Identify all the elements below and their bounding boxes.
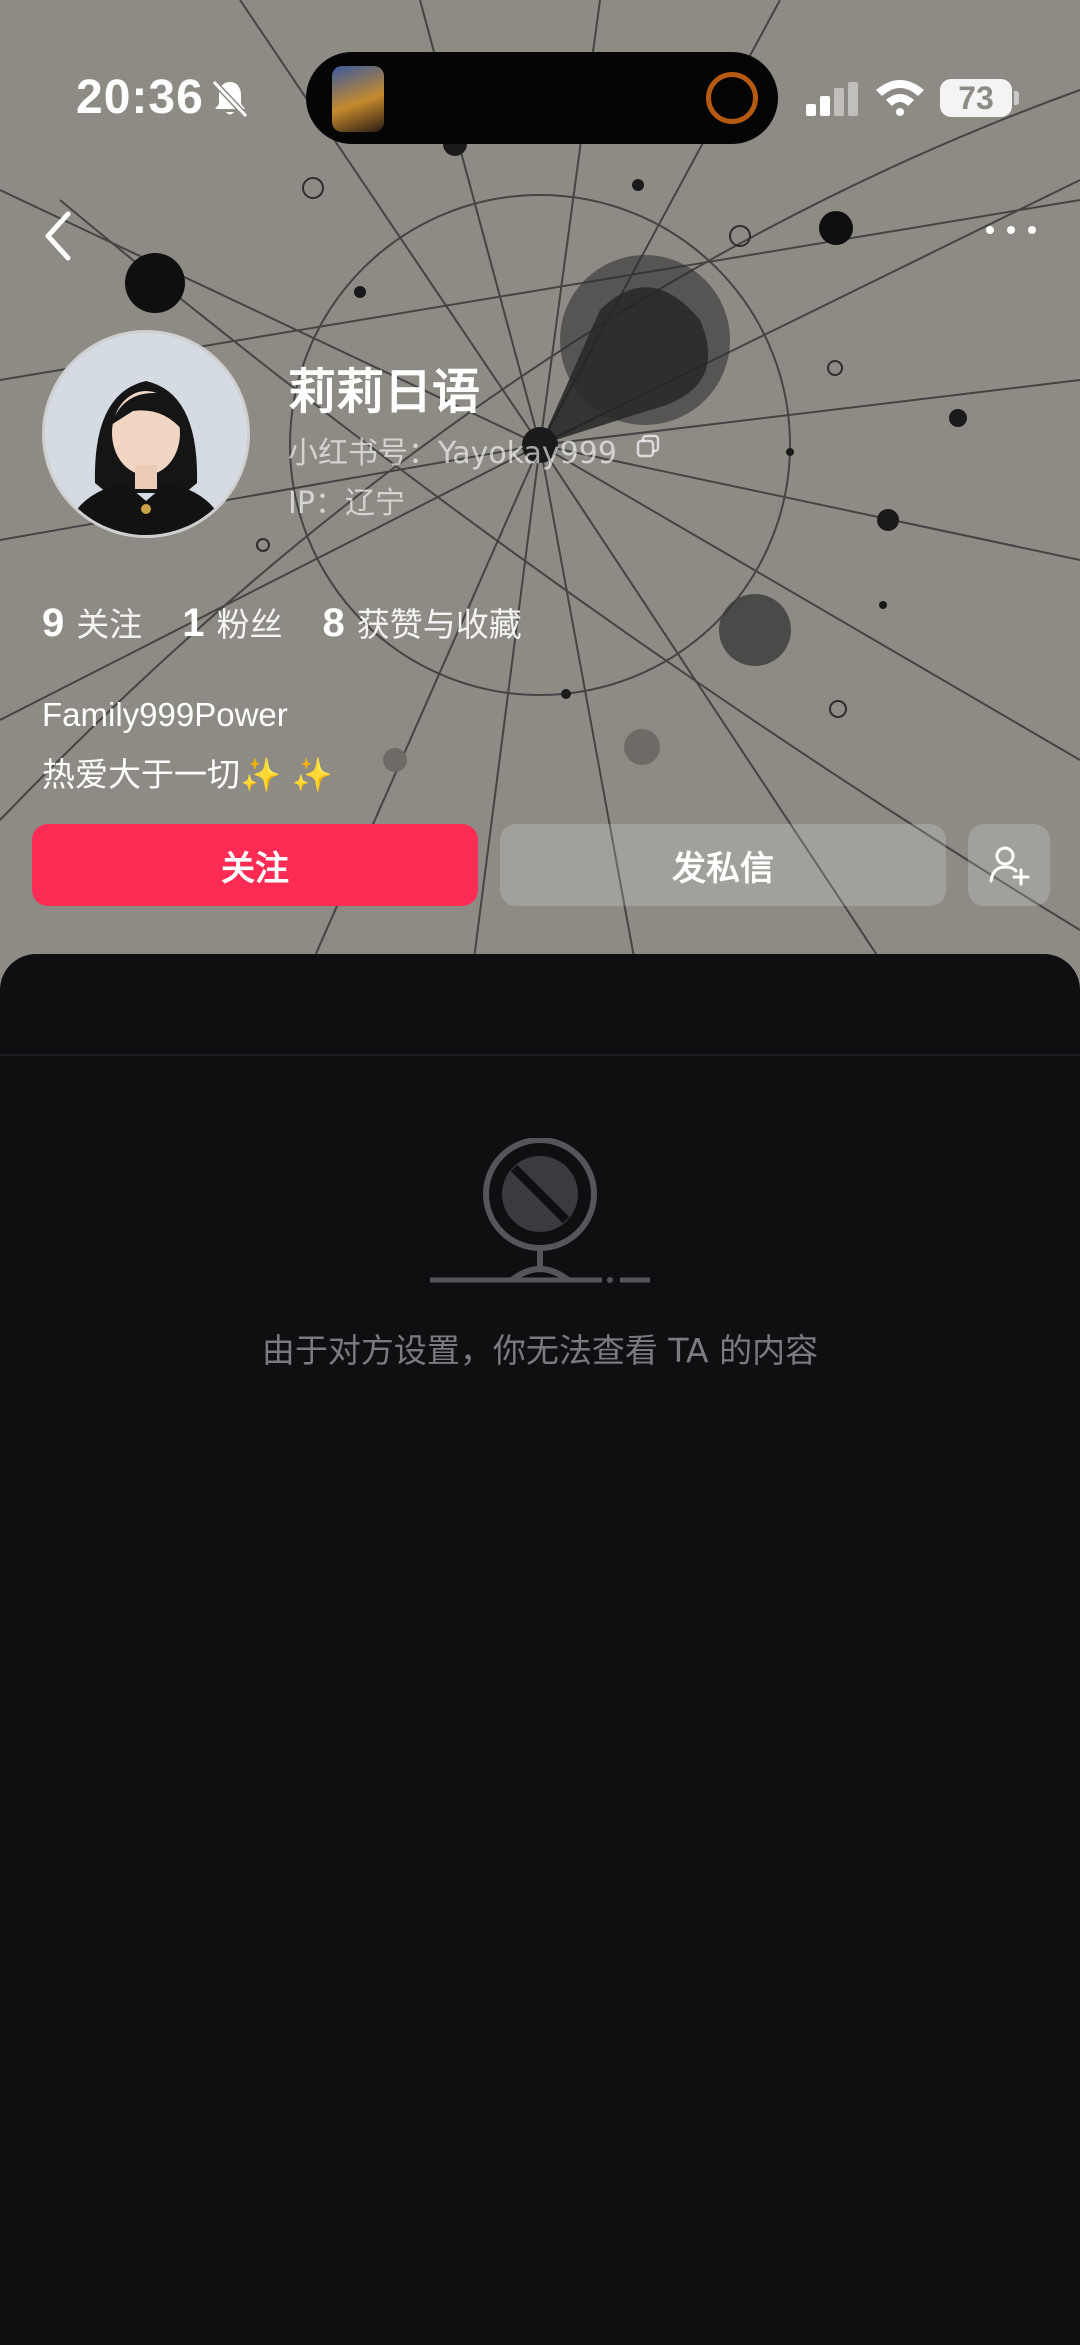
tab-divider bbox=[0, 1054, 1080, 1056]
back-chevron-icon[interactable] bbox=[40, 208, 80, 264]
battery-tip bbox=[1014, 91, 1019, 105]
avatar[interactable] bbox=[42, 330, 250, 538]
ip-location: IP：辽宁 bbox=[288, 486, 405, 521]
bio-line-1: Family999Power bbox=[42, 696, 288, 733]
stat-likes-collections[interactable]: 8 获赞与收藏 bbox=[323, 598, 522, 646]
stat-value: 8 bbox=[322, 601, 345, 645]
activity-ring-icon bbox=[706, 72, 758, 124]
stat-value: 1 bbox=[182, 601, 205, 645]
cellular-signal-icon bbox=[806, 82, 858, 116]
blocked-content-icon bbox=[430, 1138, 650, 1283]
profile-name: 莉莉日语 bbox=[288, 364, 481, 420]
stat-label: 粉丝 bbox=[216, 605, 283, 644]
now-playing-thumbnail bbox=[332, 66, 384, 132]
status-bar: 20:36 73 bbox=[0, 0, 1080, 200]
stat-label: 获赞与收藏 bbox=[356, 605, 522, 644]
empty-state-message: 由于对方设置，你无法查看 TA 的内容 bbox=[261, 1331, 819, 1370]
avatar-portrait bbox=[45, 333, 247, 535]
stat-value: 9 bbox=[42, 601, 65, 645]
status-time: 20:36 bbox=[76, 71, 204, 124]
stat-following[interactable]: 9 关注 bbox=[42, 598, 142, 646]
more-options-icon[interactable] bbox=[984, 220, 1038, 240]
bell-muted-icon bbox=[211, 79, 249, 118]
content-area: 由于对方设置，你无法查看 TA 的内容 bbox=[0, 954, 1080, 2345]
profile-header: 20:36 73 莉莉日语 小红书号：Yayokay999 IP：辽宁 9 关注… bbox=[0, 0, 1080, 990]
send-message-button[interactable]: 发私信 bbox=[500, 824, 946, 906]
stat-followers[interactable]: 1 粉丝 bbox=[182, 598, 282, 646]
bio-line-2: 热爱大于一切✨ ✨ bbox=[42, 755, 333, 794]
follow-button[interactable]: 关注 bbox=[32, 824, 478, 906]
red-id: 小红书号：Yayokay999 bbox=[288, 436, 617, 471]
dynamic-island[interactable] bbox=[306, 52, 778, 144]
add-user-icon bbox=[989, 846, 1030, 886]
battery-level: 73 bbox=[940, 79, 1012, 117]
stat-label: 关注 bbox=[76, 605, 143, 644]
profile-stats: 9 关注 1 粉丝 8 获赞与收藏 bbox=[42, 598, 562, 648]
wifi-icon bbox=[876, 80, 924, 116]
copy-icon[interactable] bbox=[636, 434, 660, 458]
add-friend-button[interactable] bbox=[968, 824, 1050, 906]
